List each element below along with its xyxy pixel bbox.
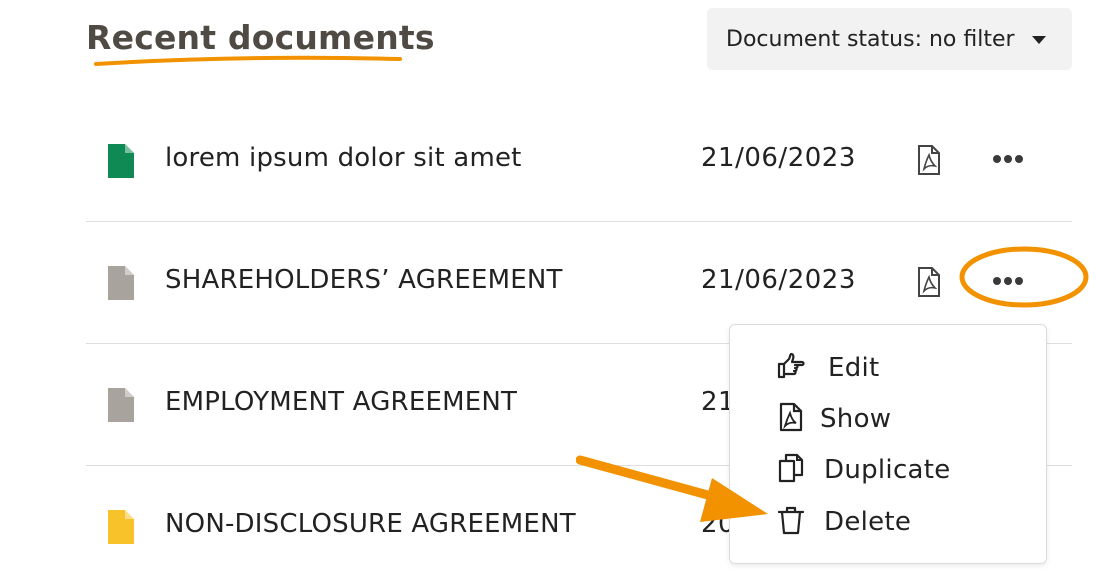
menu-item-show[interactable]: Show: [730, 394, 1046, 440]
document-name[interactable]: NON-DISCLOSURE AGREEMENT: [165, 509, 576, 539]
menu-item-label: Duplicate: [824, 455, 951, 485]
context-menu: Edit Show Duplicate Delete: [729, 324, 1047, 564]
pointing-hand-icon: [777, 352, 805, 379]
file-icon: [108, 388, 134, 422]
menu-item-delete[interactable]: Delete: [730, 497, 1046, 543]
title-underline: [94, 55, 402, 66]
copy-icon: [778, 453, 804, 483]
document-date: 21/06/2023: [701, 265, 856, 295]
pdf-icon[interactable]: [917, 144, 941, 176]
menu-item-label: Edit: [828, 353, 880, 383]
menu-item-label: Delete: [824, 507, 912, 537]
document-name[interactable]: SHAREHOLDERS’ AGREEMENT: [165, 265, 563, 295]
caret-down-icon: [1032, 36, 1046, 44]
file-icon: [108, 144, 134, 178]
document-date: 21/06/2023: [701, 143, 856, 173]
document-name[interactable]: lorem ipsum dolor sit amet: [165, 143, 522, 173]
document-row[interactable]: lorem ipsum dolor sit amet 21/06/2023: [86, 100, 1072, 222]
menu-item-label: Show: [820, 404, 892, 434]
document-name[interactable]: EMPLOYMENT AGREEMENT: [165, 387, 517, 417]
pdf-file-icon: [779, 402, 803, 432]
document-status-filter-dropdown[interactable]: Document status: no filter: [707, 8, 1072, 70]
more-options-button[interactable]: [986, 144, 1030, 174]
filter-label: Document status: no filter: [726, 26, 1015, 52]
menu-item-duplicate[interactable]: Duplicate: [730, 445, 1046, 491]
pdf-icon[interactable]: [917, 266, 941, 298]
menu-item-edit[interactable]: Edit: [730, 343, 1046, 389]
trash-icon: [777, 506, 805, 535]
file-icon: [108, 510, 134, 544]
more-options-button[interactable]: [986, 266, 1030, 296]
file-icon: [108, 266, 134, 300]
